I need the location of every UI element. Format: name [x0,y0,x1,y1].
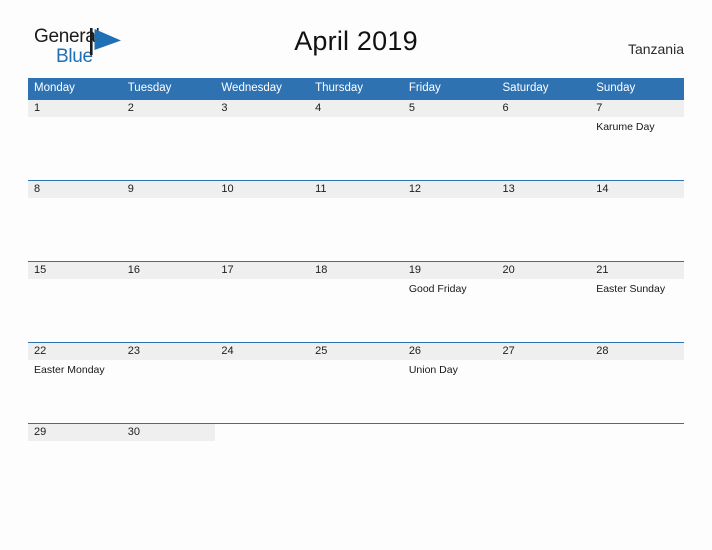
day-number: 29 [28,424,122,441]
day-number: 2 [121,100,216,117]
holiday-event-label: Easter Sunday [596,283,666,295]
holiday-event-label: Karume Day [596,121,655,133]
calendar-week-row: 29 30 [28,423,684,464]
calendar-day-cell[interactable]: 20 [496,261,591,343]
calendar-header-row: Monday Tuesday Wednesday Thursday Friday Satu… [28,78,684,100]
month-calendar-grid: Monday Tuesday Wednesday Thursday Friday Satu… [28,78,684,464]
weekday-header-monday: Monday [28,78,122,100]
calendar-day-cell-empty [215,423,310,464]
day-number: 30 [121,424,216,441]
day-number: 15 [28,262,122,279]
day-number [403,424,497,441]
day-number: 13 [496,181,591,198]
day-events: Good Friday [403,279,497,296]
calendar-day-cell[interactable]: 12 [402,180,497,262]
calendar-day-cell[interactable]: 6 [496,99,591,181]
day-number: 11 [309,181,403,198]
calendar-day-cell[interactable]: 15 [28,261,122,343]
calendar-day-cell[interactable]: 3 [215,99,310,181]
calendar-day-cell[interactable]: 16 [121,261,216,343]
calendar-day-cell-empty [590,423,684,464]
calendar-day-cell[interactable]: 13 [496,180,591,262]
day-number: 28 [590,343,684,360]
day-number: 21 [590,262,684,279]
day-number: 12 [402,181,497,198]
holiday-event-label: Easter Monday [34,364,105,376]
calendar-day-cell[interactable]: 7 Karume Day [590,99,684,181]
calendar-day-cell[interactable]: 23 [121,342,216,424]
day-events: Easter Sunday [590,279,684,296]
day-number: 23 [121,343,216,360]
calendar-week-row: 8 9 10 11 12 13 14 [28,180,684,262]
day-number [309,424,403,441]
day-number [497,424,591,441]
region-label: Tanzania [627,41,684,57]
page-title: April 2019 [294,26,418,56]
calendar-day-cell[interactable]: 26 Union Day [402,342,497,424]
weekday-header-saturday: Saturday [496,78,591,100]
weekday-header-tuesday: Tuesday [121,78,216,100]
calendar-day-cell[interactable]: 19 Good Friday [402,261,497,343]
calendar-day-cell[interactable]: 22 Easter Monday [28,342,122,424]
weekday-header-friday: Friday [402,78,497,100]
calendar-day-cell[interactable]: 25 [309,342,403,424]
calendar-day-cell[interactable]: 10 [215,180,310,262]
calendar-day-cell[interactable]: 29 [28,423,122,464]
calendar-day-cell[interactable]: 9 [121,180,216,262]
calendar-day-cell[interactable]: 30 [121,423,216,464]
day-number: 1 [28,100,122,117]
calendar-day-cell-empty [309,423,403,464]
calendar-day-cell[interactable]: 14 [590,180,684,262]
day-number: 19 [402,262,497,279]
calendar-day-cell[interactable]: 2 [121,99,216,181]
weekday-header-wednesday: Wednesday [215,78,310,100]
day-number: 10 [215,181,310,198]
calendar-day-cell[interactable]: 17 [215,261,310,343]
weekday-header-sunday: Sunday [590,78,684,100]
day-number: 14 [590,181,684,198]
holiday-event-label: Union Day [408,364,458,376]
day-number: 6 [496,100,591,117]
calendar-day-cell-empty [402,423,497,464]
day-number: 26 [402,343,497,360]
calendar-day-cell[interactable]: 27 [496,342,591,424]
day-number [215,424,309,441]
day-number: 7 [590,100,684,117]
calendar-day-cell[interactable]: 18 [309,261,403,343]
calendar-day-cell-empty [496,423,591,464]
day-number: 24 [215,343,310,360]
day-number: 3 [215,100,310,117]
calendar-day-cell[interactable]: 4 [309,99,403,181]
calendar-day-cell[interactable]: 5 [402,99,497,181]
day-number [590,424,684,441]
holiday-event-label: Good Friday [408,283,467,295]
weekday-header-thursday: Thursday [309,78,403,100]
page-header: General Blue April 2019 Tanzania [0,0,712,66]
calendar-day-cell[interactable]: 11 [309,180,403,262]
day-number: 5 [402,100,497,117]
calendar-page: General Blue April 2019 Tanzania Monday T… [0,0,712,550]
calendar-day-cell[interactable]: 8 [28,180,122,262]
calendar-day-cell[interactable]: 28 [590,342,684,424]
day-number: 9 [121,181,216,198]
day-number: 18 [309,262,403,279]
calendar-day-cell[interactable]: 24 [215,342,310,424]
day-number: 27 [496,343,591,360]
day-events: Karume Day [590,117,684,134]
day-events: Union Day [403,360,497,377]
calendar-week-row: 1 2 3 4 5 6 7 Karume Day [28,99,684,181]
calendar-day-cell[interactable]: 1 [28,99,122,181]
day-number: 8 [28,181,122,198]
day-number: 17 [215,262,310,279]
calendar-day-cell[interactable]: 21 Easter Sunday [590,261,684,343]
calendar-body: 1 2 3 4 5 6 7 Karume Day 8 9 10 11 12 13 14 15 16 17 18 19 G… [28,99,684,464]
day-events: Easter Monday [28,360,122,377]
calendar-week-row: 15 16 17 18 19 Good Friday 20 21 Easter Sunday [28,261,684,343]
day-number: 25 [309,343,403,360]
day-number: 4 [309,100,403,117]
calendar-week-row: 22 Easter Monday 23 24 25 26 Union Day 27 28 [28,342,684,424]
day-number: 20 [496,262,591,279]
day-number: 22 [28,343,122,360]
day-number: 16 [121,262,216,279]
